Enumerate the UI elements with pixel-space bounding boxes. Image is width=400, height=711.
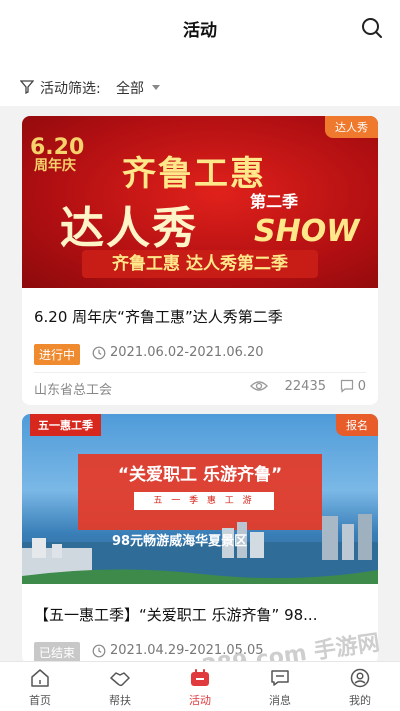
activity-dates: 2021.06.02-2021.06.20	[92, 345, 264, 360]
filter-dropdown[interactable]: 全部	[116, 78, 144, 98]
category-tag: 达人秀	[325, 116, 378, 138]
filter-bar: 活动筛选: 全部	[0, 56, 400, 106]
city-skyline-image	[22, 514, 378, 584]
activity-title[interactable]: 6.20 周年庆“齐鲁工惠”达人秀第二季	[34, 306, 366, 327]
tab-label: 活动	[189, 694, 211, 707]
banner-ribbon: 五一惠工季	[30, 414, 101, 436]
banner-season: 第二季	[250, 192, 299, 211]
banner-blurb: 98元畅游威海华夏景区	[112, 534, 248, 549]
divider	[34, 372, 366, 373]
tab-label: 帮扶	[109, 694, 131, 707]
tab-profile[interactable]: 我的	[320, 662, 400, 711]
comment-icon	[340, 379, 354, 393]
organizer: 山东省总工会	[34, 383, 113, 398]
activity-icon	[191, 669, 209, 686]
banner-headline: 齐鲁工惠	[122, 154, 266, 194]
tab-label: 首页	[29, 694, 51, 707]
banner-main-title: 达人秀	[60, 203, 198, 254]
banner-show: SHOW	[254, 214, 360, 249]
activity-card[interactable]: 6.20 周年庆 齐鲁工惠 达人秀 第二季 SHOW 齐鲁工惠 达人秀第二季 达…	[22, 116, 378, 405]
anniversary-text: 周年庆	[34, 158, 76, 175]
page-title: 活动	[183, 21, 217, 41]
top-bar: 活动	[0, 0, 400, 56]
profile-icon	[350, 668, 370, 688]
comment-count: 0	[357, 379, 366, 394]
tab-label: 消息	[269, 694, 291, 707]
view-count: 22435	[284, 379, 326, 394]
activity-banner[interactable]: 6.20 周年庆 齐鲁工惠 达人秀 第二季 SHOW 齐鲁工惠 达人秀第二季 达…	[22, 116, 378, 288]
tab-label: 我的	[349, 694, 371, 707]
home-icon	[31, 669, 49, 687]
tab-home[interactable]: 首页	[0, 662, 80, 711]
date-range: 2021.06.02-2021.06.20	[110, 345, 264, 360]
anniversary-number: 6.20	[30, 135, 85, 160]
activity-banner[interactable]: 五一惠工季 “关爱职工 乐游齐鲁” 五 一 季 惠 工 游 98元畅游威海华夏景…	[22, 414, 378, 584]
banner-subtitle: 五 一 季 惠 工 游	[134, 492, 274, 510]
status-badge: 进行中	[34, 344, 81, 365]
activity-title[interactable]: 【五一惠工季】“关爱职工 乐游齐鲁” 98...	[34, 604, 366, 625]
category-tag: 报名	[336, 414, 378, 436]
banner-title: “关爱职工 乐游齐鲁”	[117, 465, 283, 485]
tab-activity[interactable]: 活动	[160, 662, 240, 711]
bottom-tab-bar: 首页 帮扶 活动 消息 我的	[0, 661, 400, 711]
filter-label: 活动筛选:	[40, 81, 101, 97]
status-badge: 已结束	[34, 642, 81, 663]
chevron-down-icon[interactable]	[152, 85, 160, 90]
eye-icon	[250, 381, 268, 391]
message-icon	[271, 670, 289, 686]
tab-help[interactable]: 帮扶	[80, 662, 160, 711]
tab-messages[interactable]: 消息	[240, 662, 320, 711]
banner-subtitle: 齐鲁工惠 达人秀第二季	[82, 250, 318, 278]
activity-card[interactable]: 五一惠工季 “关爱职工 乐游齐鲁” 五 一 季 惠 工 游 98元畅游威海华夏景…	[22, 414, 378, 664]
search-icon[interactable]	[360, 16, 384, 40]
filter-icon	[20, 80, 34, 94]
handshake-icon	[110, 672, 130, 687]
anniversary-badge: 6.20 周年庆	[30, 135, 85, 175]
